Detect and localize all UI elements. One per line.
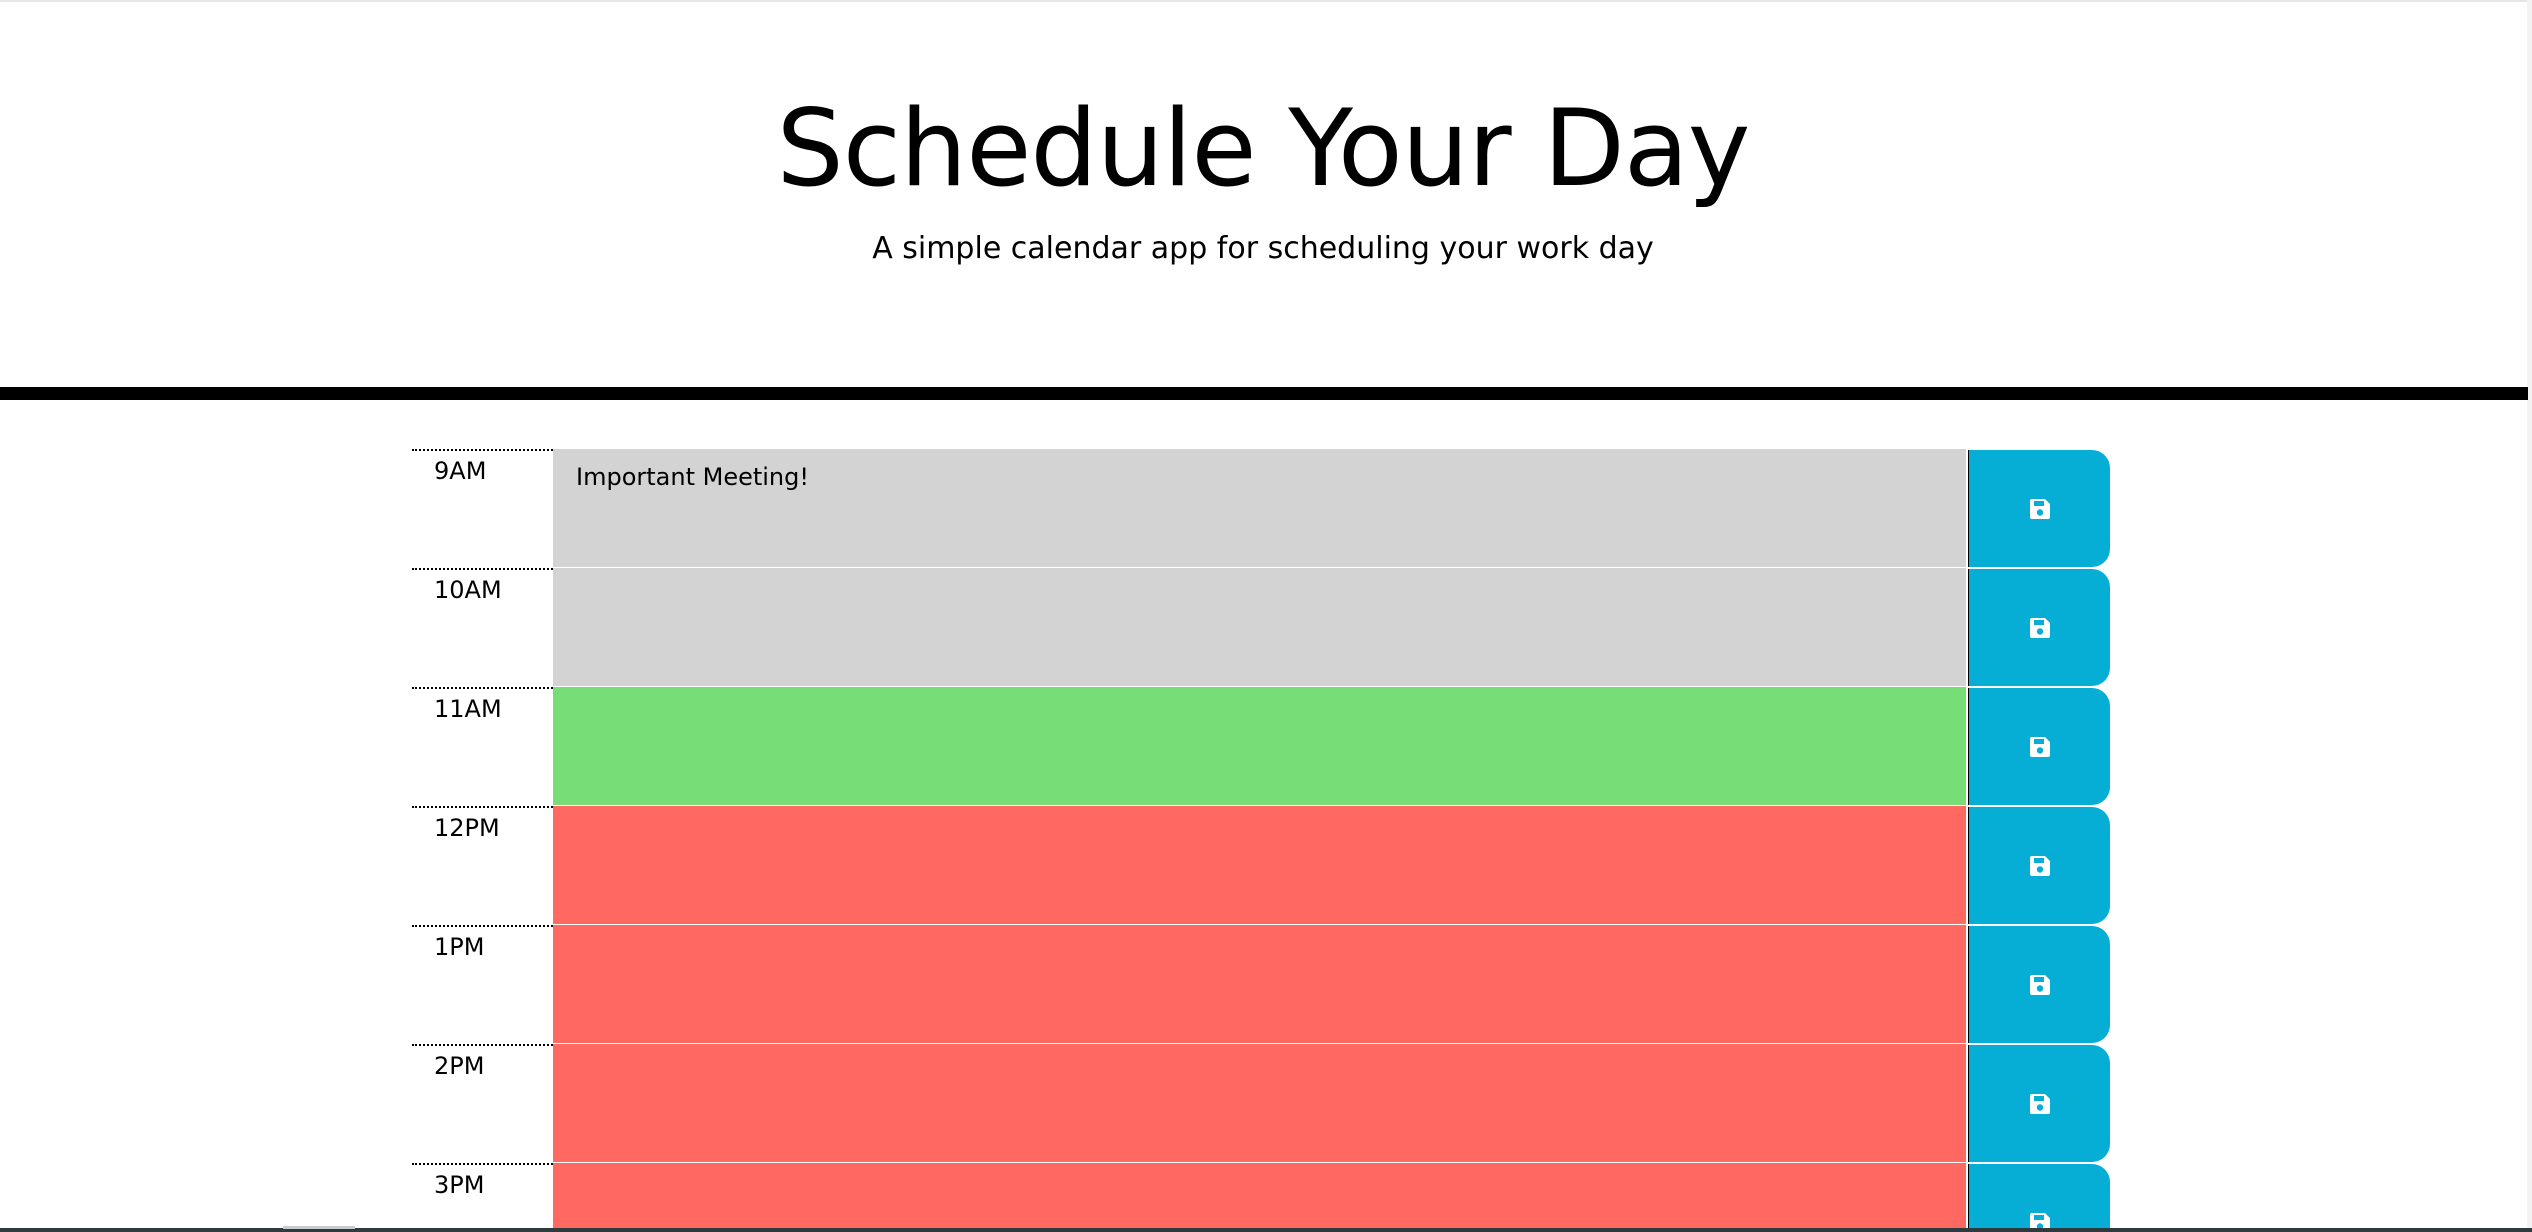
page-subtitle: A simple calendar app for scheduling you… — [872, 231, 1654, 266]
time-block-9am: 9AM Important Meeting! — [412, 449, 2110, 568]
hour-label: 1PM — [434, 933, 485, 961]
floppy-disk-icon — [2029, 974, 2050, 995]
hour-column: 2PM — [412, 1044, 553, 1163]
floppy-disk-icon — [2029, 1093, 2050, 1114]
save-button[interactable] — [1968, 926, 2110, 1043]
hour-column: 9AM — [412, 449, 553, 568]
description-input[interactable] — [553, 1044, 1966, 1163]
floppy-disk-icon — [2029, 617, 2050, 638]
description-input[interactable] — [553, 687, 1966, 806]
time-block-2pm: 2PM — [412, 1044, 2110, 1163]
save-button[interactable] — [1968, 807, 2110, 924]
page: Schedule Your Day A simple calendar app … — [0, 0, 2532, 1232]
floppy-disk-icon — [2029, 855, 2050, 876]
save-button[interactable] — [1968, 1045, 2110, 1162]
hour-label: 12PM — [434, 814, 500, 842]
save-button[interactable] — [1968, 569, 2110, 686]
hour-label: 11AM — [434, 695, 502, 723]
save-button[interactable] — [1968, 450, 2110, 567]
time-block-11am: 11AM — [412, 687, 2110, 806]
description-input[interactable] — [553, 925, 1966, 1044]
save-button[interactable] — [1968, 1164, 2110, 1232]
floppy-disk-icon — [2029, 498, 2050, 519]
taskbar-edge — [0, 1228, 2532, 1232]
page-title: Schedule Your Day — [776, 87, 1750, 210]
description-input[interactable] — [553, 568, 1966, 687]
description-input[interactable]: Important Meeting! — [553, 449, 1966, 568]
taskbar-indicator — [283, 1226, 355, 1229]
time-block-12pm: 12PM — [412, 806, 2110, 925]
hour-column: 10AM — [412, 568, 553, 687]
hour-label: 10AM — [434, 576, 502, 604]
hour-column: 3PM — [412, 1163, 553, 1232]
hour-column: 1PM — [412, 925, 553, 1044]
description-input[interactable] — [553, 806, 1966, 925]
hour-label: 9AM — [434, 457, 487, 485]
time-block-3pm: 3PM — [412, 1163, 2110, 1232]
hour-column: 12PM — [412, 806, 553, 925]
time-block-1pm: 1PM — [412, 925, 2110, 1044]
header-divider — [0, 387, 2528, 400]
timeblock-container: 9AM Important Meeting! 10AM 11AM 12PM 1P… — [412, 449, 2110, 1232]
header: Schedule Your Day A simple calendar app … — [0, 0, 2532, 387]
floppy-disk-icon — [2029, 736, 2050, 757]
hour-label: 3PM — [434, 1171, 485, 1199]
hour-label: 2PM — [434, 1052, 485, 1080]
time-block-10am: 10AM — [412, 568, 2110, 687]
save-button[interactable] — [1968, 688, 2110, 805]
hour-column: 11AM — [412, 687, 553, 806]
description-input[interactable] — [553, 1163, 1966, 1232]
